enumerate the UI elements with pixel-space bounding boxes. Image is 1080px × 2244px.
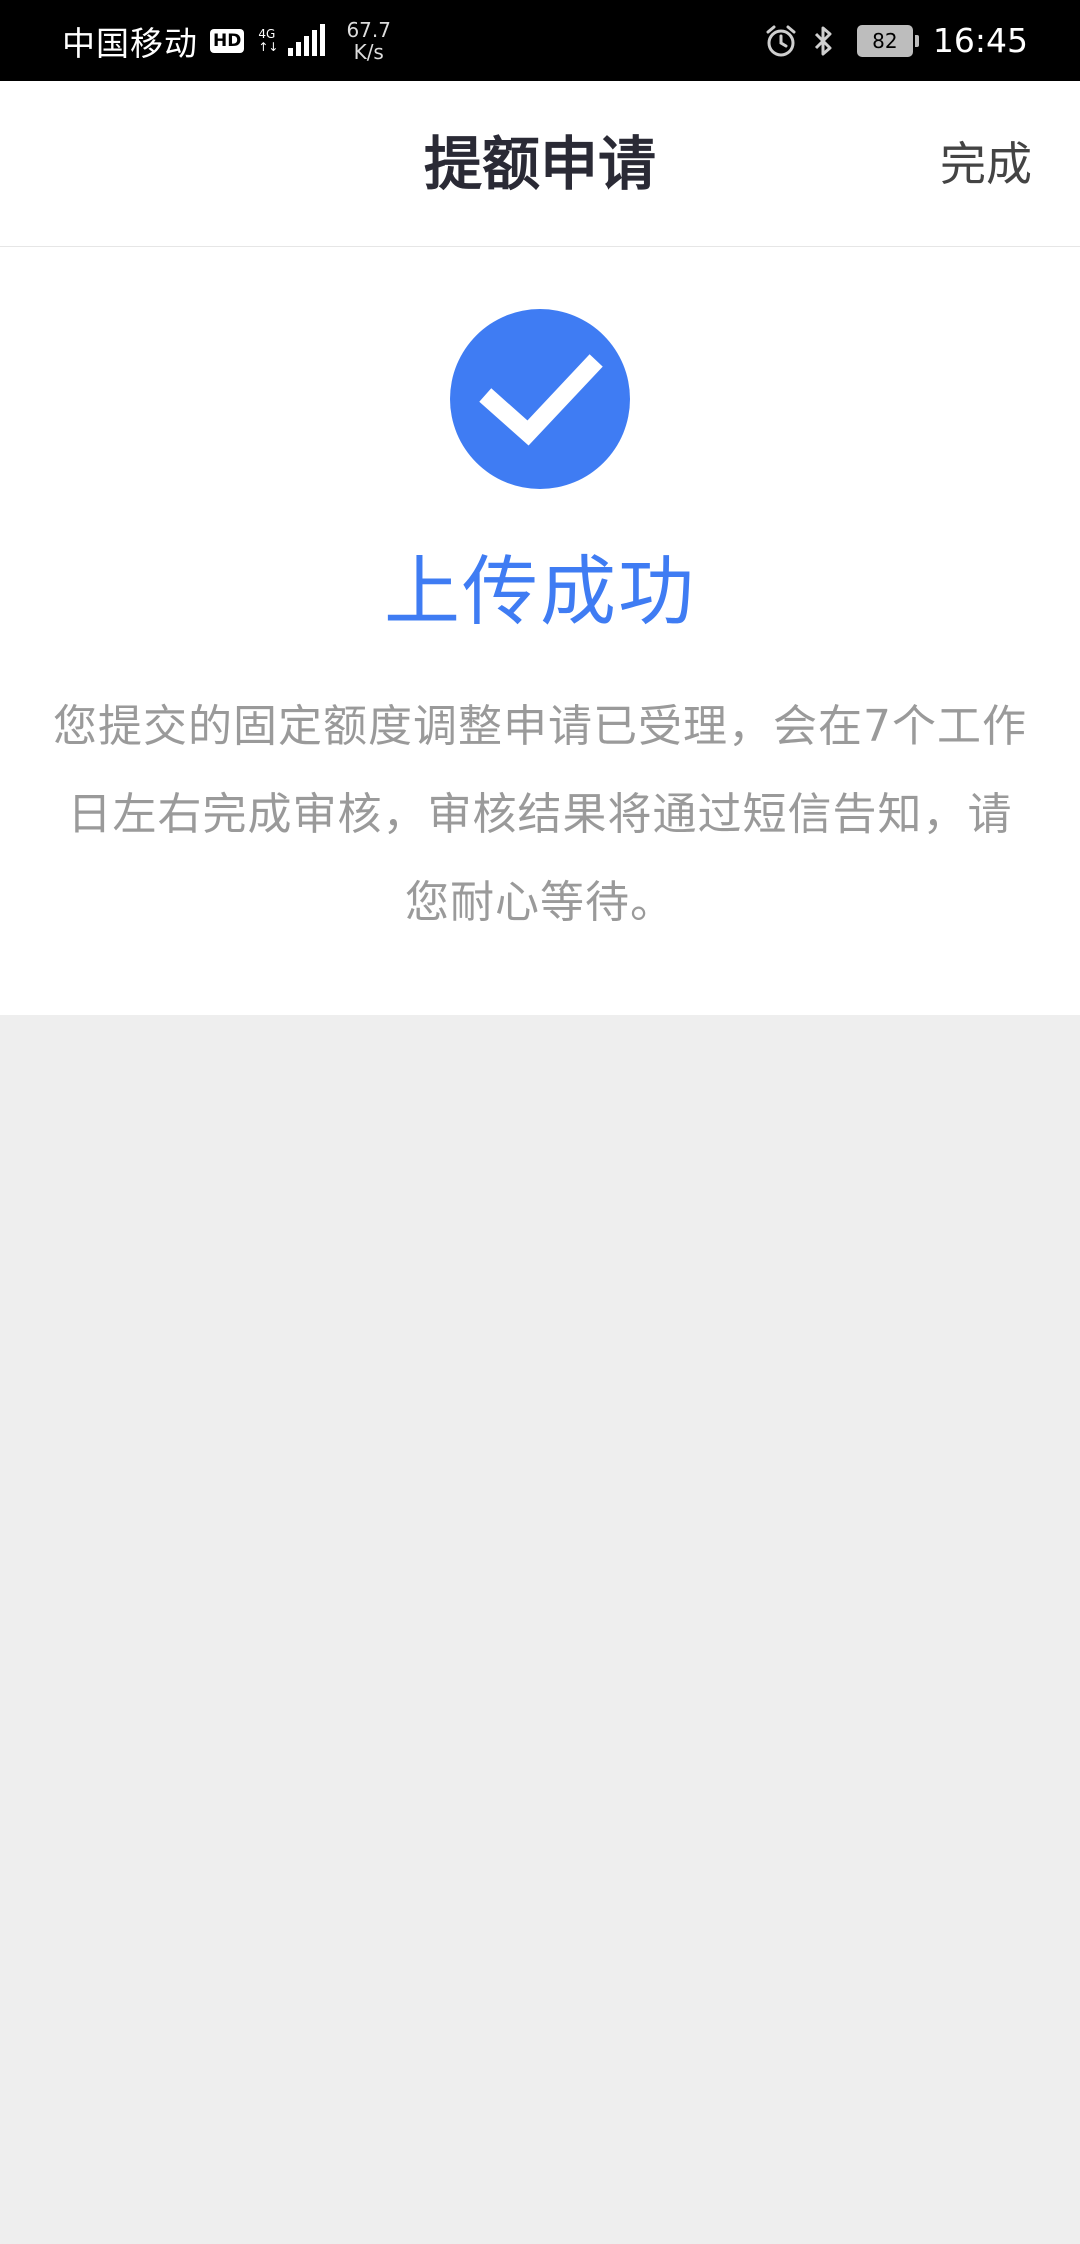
result-card: 上传成功 您提交的固定额度调整申请已受理，会在7个工作日左右完成审核，审核结果将… [0, 247, 1080, 1015]
status-right: 82 16:45 [765, 0, 1028, 81]
empty-background-area [0, 1015, 1080, 2244]
alarm-icon [765, 24, 797, 58]
done-button[interactable]: 完成 [940, 81, 1032, 247]
hd-badge: HD [210, 28, 245, 53]
network-type-label: 4G [258, 26, 276, 41]
success-description: 您提交的固定额度调整申请已受理，会在7个工作日左右完成审核，审核结果将通过短信告… [53, 701, 1027, 928]
network-activity-icon: ↑↓ [258, 39, 279, 54]
network-speed: 67.7 K/s [346, 19, 391, 63]
success-checkmark-icon [450, 309, 630, 489]
clock: 16:45 [932, 21, 1028, 60]
navigation-bar: 提额申请 完成 [0, 81, 1080, 247]
battery-indicator: 82 [856, 24, 919, 57]
speed-value: 67.7 [346, 17, 391, 42]
battery-cap-icon [914, 34, 919, 47]
bluetooth-icon [811, 24, 843, 58]
status-left: 中国移动 HD 4G ↑↓ 67.7 K/s [62, 0, 391, 81]
battery-level: 82 [856, 24, 913, 57]
signal-icon [286, 23, 326, 58]
status-bar: 中国移动 HD 4G ↑↓ 67.7 K/s 82 16:45 [0, 0, 1080, 81]
success-title: 上传成功 [384, 547, 696, 636]
network-type: 4G ↑↓ [258, 26, 279, 54]
page-title: 提额申请 [423, 130, 656, 198]
carrier-name: 中国移动 [62, 23, 198, 63]
speed-unit: K/s [353, 39, 384, 64]
